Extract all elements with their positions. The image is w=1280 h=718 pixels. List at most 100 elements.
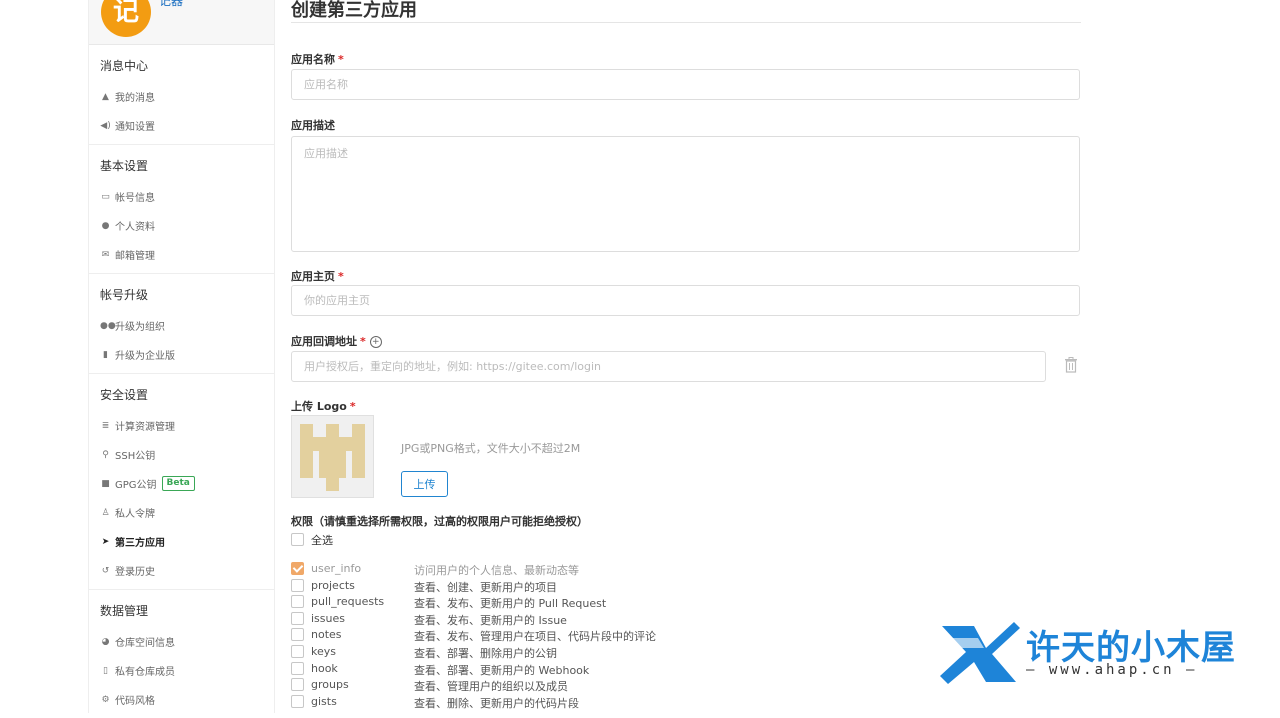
sidebar-item-third-party-apps[interactable]: ➤ 第三方应用 [89, 527, 274, 556]
permission-checkbox[interactable] [291, 695, 304, 708]
permission-description: 查看、发布、更新用户的 Pull Request [414, 597, 607, 610]
speaker-icon: ◀) [100, 120, 111, 131]
app-name-label-text: 应用名称 [291, 53, 335, 66]
beta-badge: Beta [161, 476, 195, 491]
permission-checkbox[interactable] [291, 662, 304, 675]
sidebar-item-compute-resources[interactable]: ≣ 计算资源管理 [89, 411, 274, 440]
sidebar-item-label: SSH公钥 [115, 451, 156, 462]
permission-checkbox[interactable] [291, 612, 304, 625]
sidebar-item-email[interactable]: ✉ 邮箱管理 [89, 240, 274, 269]
watermark-logo-icon [940, 622, 1020, 684]
sidebar-group-title: 数据管理 [100, 604, 149, 618]
permission-checkbox[interactable] [291, 645, 304, 658]
title-divider [291, 22, 1081, 23]
avatar[interactable]: 记 [101, 0, 151, 37]
permission-name: keys [311, 645, 336, 658]
app-homepage-label-text: 应用主页 [291, 270, 335, 283]
app-homepage-input[interactable] [291, 285, 1080, 316]
callback-url-label-text: 应用回调地址 [291, 335, 357, 348]
sidebar-group-title: 消息中心 [100, 59, 149, 73]
permissions-title: 权限（请慎重选择所需权限，过高的权限用户可能拒绝授权） [291, 515, 588, 528]
permission-checkbox[interactable] [291, 678, 304, 691]
sidebar-item-private-tokens[interactable]: ♙ 私人令牌 [89, 498, 274, 527]
sidebar-item-ssh-keys[interactable]: ⚲ SSH公钥 [89, 440, 274, 469]
pie-chart-icon: ◕ [101, 636, 110, 647]
style-icon: ⚙ [101, 694, 110, 705]
sidebar-item-private-repo-members[interactable]: ▯ 私有仓库成员 [89, 656, 274, 685]
sidebar-item-my-messages[interactable]: ▲ 我的消息 [89, 82, 274, 111]
sidebar-group-title: 基本设置 [100, 159, 149, 173]
watermark-subtitle: — www.ahap.cn — [1026, 662, 1198, 678]
app-homepage-label: 应用主页 * [291, 268, 344, 284]
permission-checkbox[interactable] [291, 628, 304, 641]
permission-checkbox[interactable] [291, 562, 304, 575]
sidebar-item-repo-space[interactable]: ◕ 仓库空间信息 [89, 627, 274, 656]
app-description-label: 应用描述 [291, 117, 335, 133]
upload-button[interactable]: 上传 [401, 471, 448, 497]
permission-row-gists: gists 查看、删除、更新用户的代码片段 [291, 695, 791, 711]
sidebar-item-label: 私有仓库成员 [115, 667, 175, 678]
add-callback-icon[interactable]: + [369, 336, 382, 348]
sidebar-group-upgrade: 帐号升级 ●● 升级为组织 ▮ 升级为企业版 [89, 274, 274, 374]
permission-description: 查看、发布、更新用户的 Issue [414, 614, 567, 627]
sidebar-group-title: 安全设置 [100, 388, 149, 402]
user-icon: ● [101, 220, 110, 231]
sidebar-item-label: 计算资源管理 [115, 422, 175, 433]
sidebar-item-label: 仓库空间信息 [115, 638, 175, 649]
bell-icon: ▲ [102, 91, 109, 102]
user-name[interactable]: 记器 [159, 0, 183, 9]
sidebar-group-title: 帐号升级 [100, 288, 149, 302]
sidebar-item-upgrade-org[interactable]: ●● 升级为组织 [89, 311, 274, 340]
sidebar-group-basic: 基本设置 ▭ 帐号信息 ● 个人资料 ✉ 邮箱管理 [89, 145, 274, 274]
permission-row-keys: keys 查看、部署、删除用户的公钥 [291, 645, 791, 661]
sidebar-item-label: 升级为组织 [115, 322, 165, 333]
settings-sidebar: 记 记器 消息中心 ▲ 我的消息 ◀) 通知设置 基本设置 ▭ 帐号信息 ● 个人资料 … [88, 0, 275, 713]
permission-description: 查看、删除、更新用户的代码片段 [414, 697, 579, 710]
sidebar-item-label: 邮箱管理 [115, 251, 155, 262]
permission-name: notes [311, 628, 342, 641]
required-mark: * [349, 400, 356, 413]
app-name-input[interactable] [291, 69, 1080, 100]
permission-description: 查看、部署、更新用户的 Webhook [414, 664, 590, 677]
sidebar-item-code-style[interactable]: ⚙ 代码风格 [89, 685, 274, 714]
id-card-icon: ▭ [101, 191, 110, 202]
server-icon: ≣ [101, 420, 110, 431]
sitemap-icon: ♙ [101, 507, 110, 518]
callback-url-label: 应用回调地址 * + [291, 333, 382, 349]
permission-checkbox[interactable] [291, 595, 304, 608]
sidebar-item-label: 代码风格 [115, 696, 155, 707]
sidebar-item-label: 个人资料 [115, 222, 155, 233]
app-name-label: 应用名称 * [291, 51, 344, 67]
permission-row-issues: issues 查看、发布、更新用户的 Issue [291, 612, 791, 628]
sidebar-item-label: 第三方应用 [115, 538, 165, 549]
history-icon: ↺ [101, 565, 110, 576]
permission-name: issues [311, 612, 345, 625]
sidebar-item-label: 升级为企业版 [115, 351, 175, 362]
trash-icon[interactable] [1064, 357, 1078, 373]
permission-description: 查看、发布、管理用户在项目、代码片段中的评论 [414, 630, 656, 643]
permission-checkbox[interactable] [291, 579, 304, 592]
select-all-checkbox[interactable] [291, 533, 304, 546]
permission-row-notes: notes 查看、发布、管理用户在项目、代码片段中的评论 [291, 628, 791, 644]
logo-hint: JPG或PNG格式，文件大小不超过2M [401, 442, 581, 455]
sidebar-item-login-history[interactable]: ↺ 登录历史 [89, 556, 274, 585]
select-all-label[interactable]: 全选 [311, 532, 333, 548]
sidebar-item-upgrade-enterprise[interactable]: ▮ 升级为企业版 [89, 340, 274, 369]
sidebar-item-label: 我的消息 [115, 93, 155, 104]
sidebar-item-notification-settings[interactable]: ◀) 通知设置 [89, 111, 274, 140]
permission-name: user_info [311, 562, 362, 575]
app-description-textarea[interactable] [291, 136, 1080, 252]
sidebar-item-profile[interactable]: ● 个人资料 [89, 211, 274, 240]
sidebar-item-label: 私人令牌 [115, 509, 155, 520]
permission-name: hook [311, 662, 338, 675]
building-icon: ▮ [103, 349, 108, 360]
sidebar-item-label: 帐号信息 [115, 193, 155, 204]
sidebar-item-account-info[interactable]: ▭ 帐号信息 [89, 182, 274, 211]
upload-logo-label: 上传 Logo * [291, 398, 356, 414]
default-logo-image [300, 424, 365, 491]
permission-row-groups: groups 查看、管理用户的组织以及成员 [291, 678, 791, 694]
permission-row-pull-requests: pull_requests 查看、发布、更新用户的 Pull Request [291, 595, 791, 611]
sidebar-item-gpg-keys[interactable]: ■ GPG公钥 Beta [89, 469, 274, 498]
callback-url-input[interactable] [291, 351, 1046, 382]
rocket-icon: ➤ [101, 536, 110, 547]
